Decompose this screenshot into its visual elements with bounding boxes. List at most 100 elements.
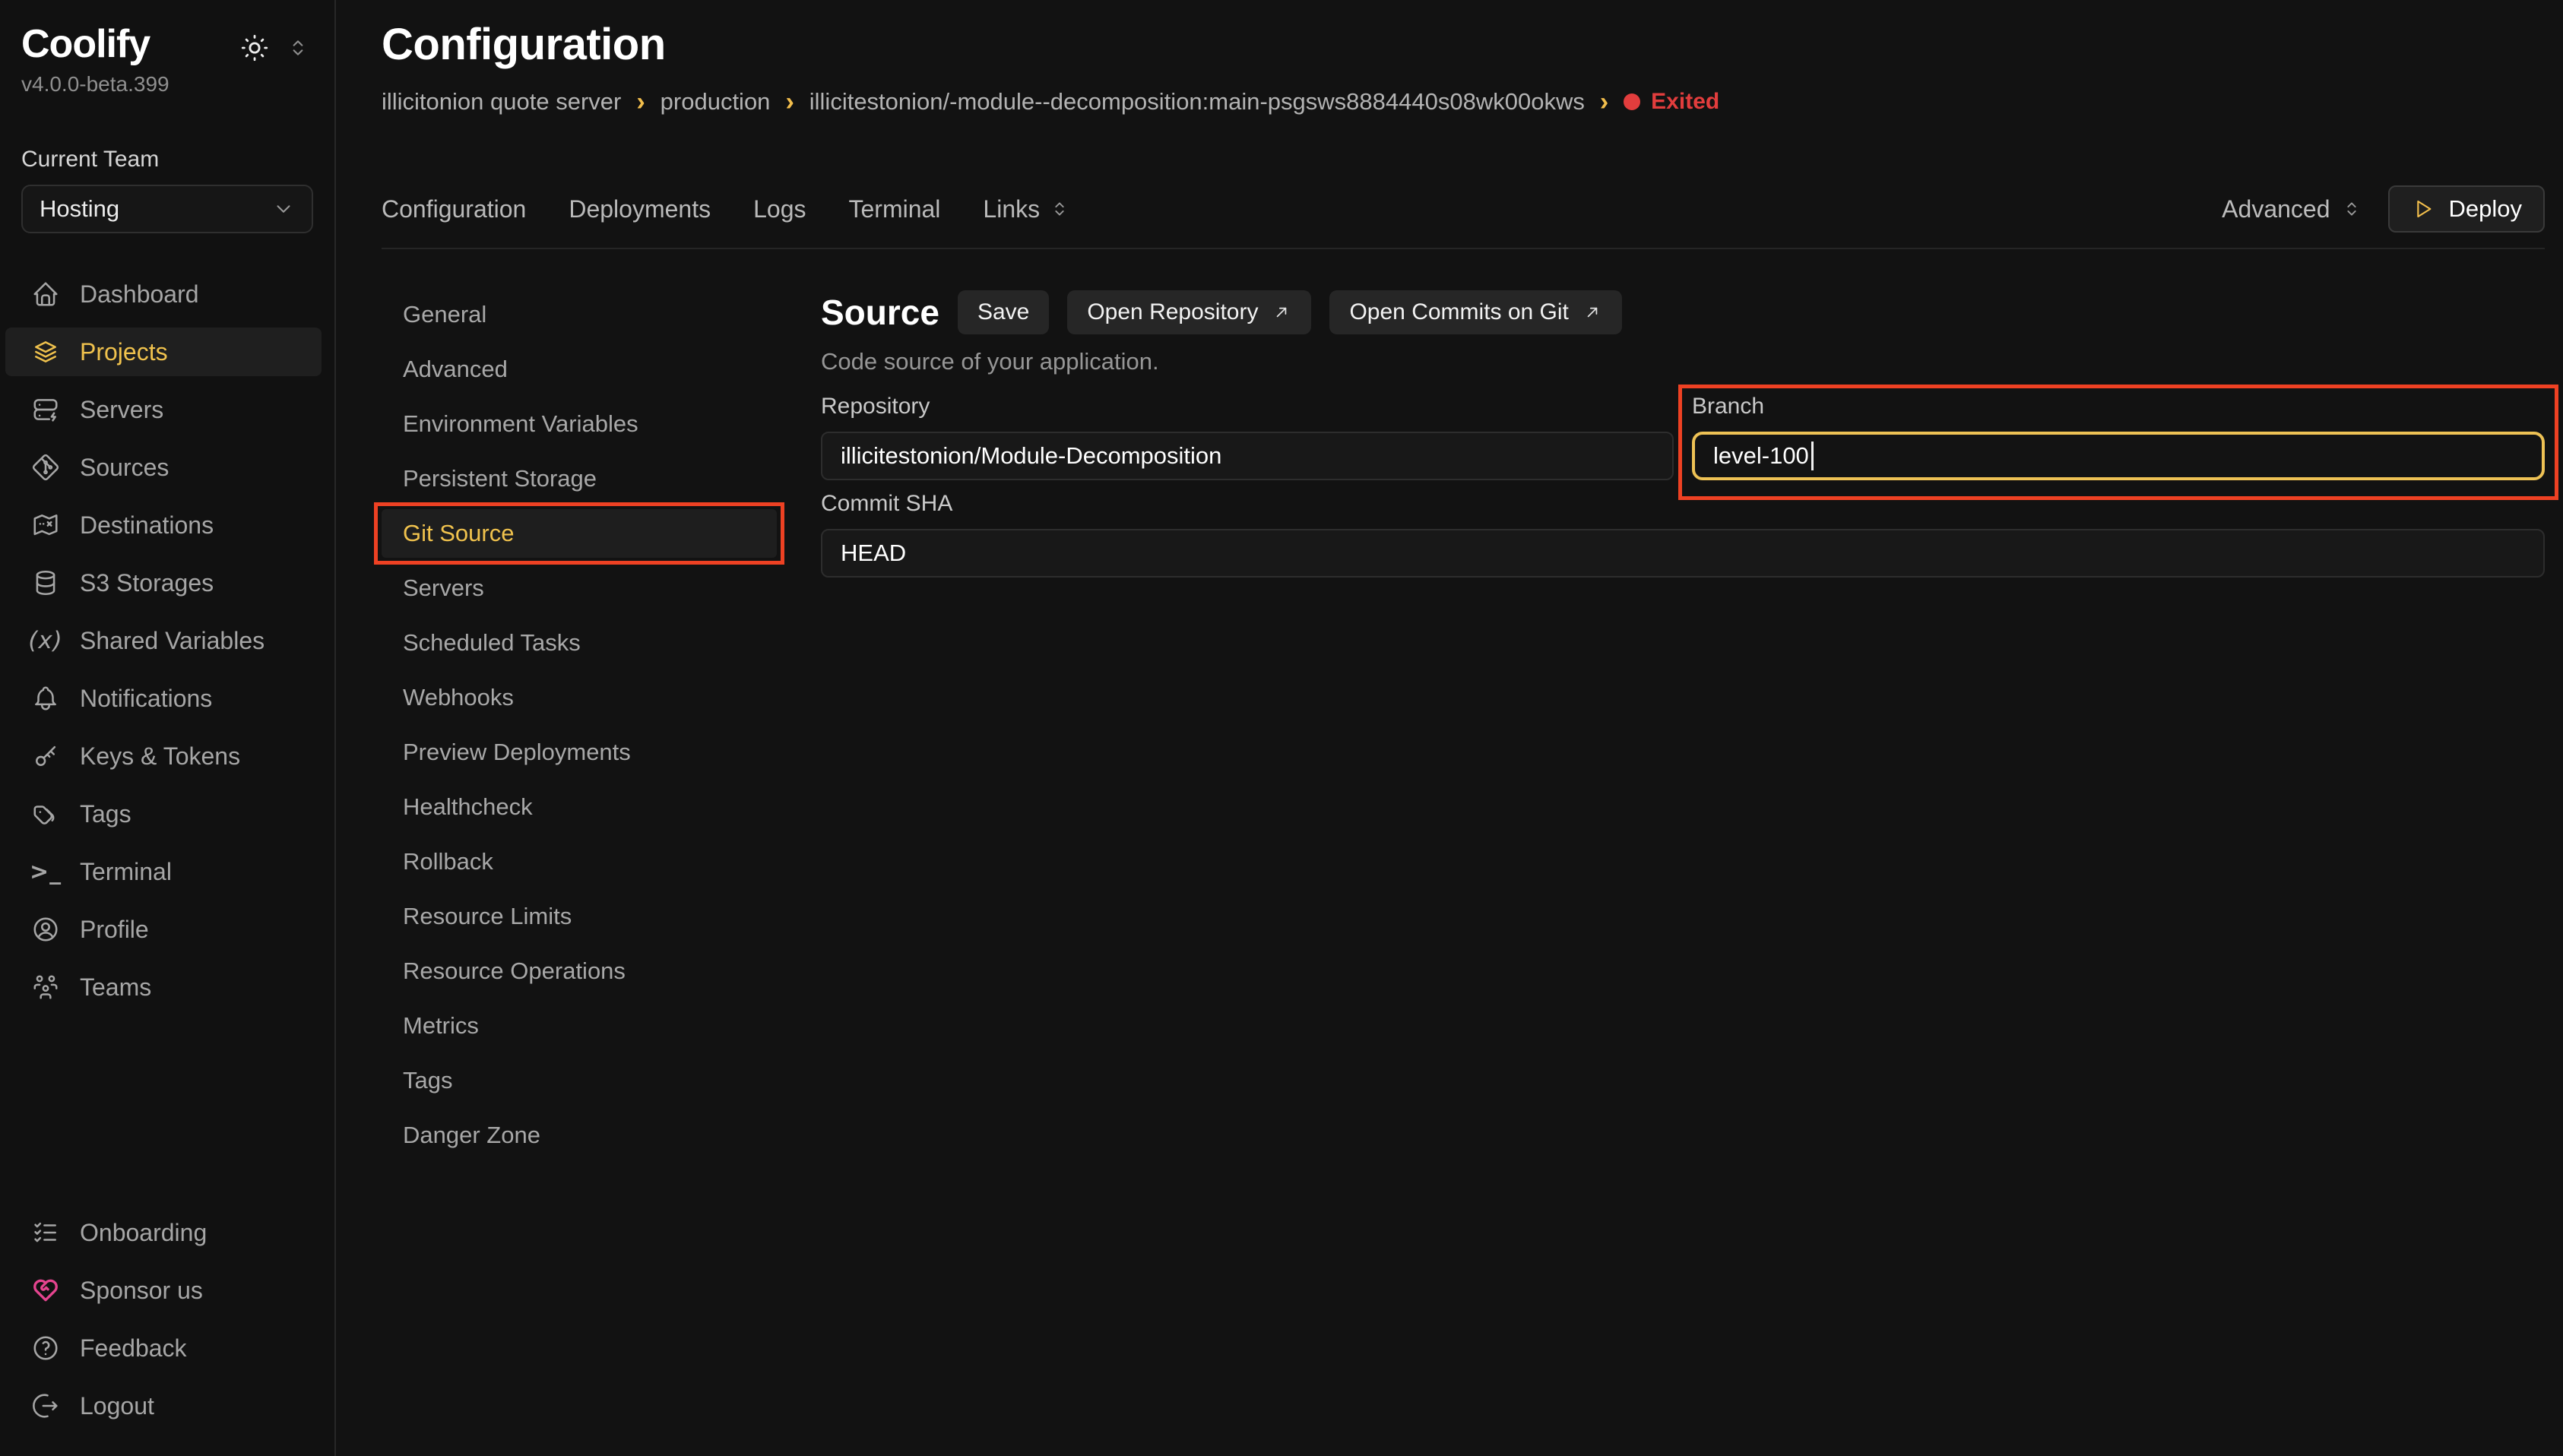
- tab-terminal[interactable]: Terminal: [848, 195, 940, 223]
- subnav-item-advanced[interactable]: Advanced: [382, 345, 777, 394]
- repository-input[interactable]: illicitestonion/Module-Decomposition: [821, 432, 1674, 480]
- sidebar-item-label: Sources: [80, 454, 169, 482]
- commit-sha-field: Commit SHA HEAD: [821, 491, 2545, 578]
- sidebar-item-tags[interactable]: Tags: [5, 790, 322, 838]
- sidebar-item-label: Feedback: [80, 1334, 187, 1363]
- subnav-item-environment-variables[interactable]: Environment Variables: [382, 400, 777, 448]
- text-caret: [1811, 442, 1814, 470]
- subnav-item-healthcheck[interactable]: Healthcheck: [382, 783, 777, 831]
- section-title: Source: [821, 292, 939, 333]
- subnav-item-metrics[interactable]: Metrics: [382, 1002, 777, 1050]
- help-circle-icon: [31, 1334, 60, 1363]
- layers-icon: [31, 337, 60, 366]
- tab-links[interactable]: Links: [983, 195, 1070, 223]
- subnav-item-rollback[interactable]: Rollback: [382, 837, 777, 886]
- sidebar-item-logout[interactable]: Logout: [5, 1382, 322, 1430]
- sidebar-item-shared-variables[interactable]: (x) Shared Variables: [5, 616, 322, 665]
- sidebar-item-label: Tags: [80, 800, 131, 828]
- sidebar-item-onboarding[interactable]: Onboarding: [5, 1208, 322, 1257]
- sidebar-item-label: Dashboard: [80, 280, 199, 309]
- sidebar-item-label: Keys & Tokens: [80, 742, 240, 771]
- commit-sha-input[interactable]: HEAD: [821, 529, 2545, 578]
- team-select-value: Hosting: [40, 195, 119, 223]
- chevron-selector-icon: [1049, 198, 1070, 220]
- sidebar-item-sponsor[interactable]: Sponsor us: [5, 1266, 322, 1315]
- status-dot-icon: [1624, 93, 1640, 110]
- breadcrumb-environment[interactable]: production: [661, 88, 771, 116]
- subnav-item-servers[interactable]: Servers: [382, 564, 777, 612]
- subnav-item-general[interactable]: General: [382, 290, 777, 339]
- map-icon: [31, 511, 60, 540]
- sidebar-item-keys-tokens[interactable]: Keys & Tokens: [5, 732, 322, 780]
- sidebar-item-feedback[interactable]: Feedback: [5, 1324, 322, 1372]
- branch-field: Branch level-100: [1692, 394, 2545, 480]
- sidebar-item-label: Destinations: [80, 511, 214, 540]
- tab-configuration[interactable]: Configuration: [382, 195, 526, 223]
- chevron-down-icon: [272, 198, 295, 220]
- sidebar-item-teams[interactable]: Teams: [5, 963, 322, 1011]
- checklist-icon: [31, 1218, 60, 1247]
- sidebar-item-dashboard[interactable]: Dashboard: [5, 270, 322, 318]
- save-button[interactable]: Save: [958, 290, 1049, 334]
- sidebar: Coolify v4.0.0-beta.399 Current Team Hos…: [0, 0, 336, 1456]
- sidebar-item-s3-storages[interactable]: S3 Storages: [5, 559, 322, 607]
- sidebar-item-destinations[interactable]: Destinations: [5, 501, 322, 549]
- breadcrumb-project[interactable]: illicitonion quote server: [382, 88, 621, 116]
- sidebar-item-sources[interactable]: Sources: [5, 443, 322, 492]
- app-window: Coolify v4.0.0-beta.399 Current Team Hos…: [0, 0, 2563, 1456]
- home-icon: [31, 280, 60, 309]
- advanced-menu[interactable]: Advanced: [2222, 195, 2362, 223]
- sidebar-item-servers[interactable]: Servers: [5, 385, 322, 434]
- configuration-subnav: General Advanced Environment Variables P…: [382, 290, 777, 1456]
- subnav-item-resource-limits[interactable]: Resource Limits: [382, 892, 777, 941]
- sidebar-item-projects[interactable]: Projects: [5, 328, 322, 376]
- sidebar-item-label: Servers: [80, 396, 163, 424]
- subnav-item-danger-zone[interactable]: Danger Zone: [382, 1111, 777, 1160]
- app-logo: Coolify: [21, 23, 150, 66]
- subnav-item-preview-deployments[interactable]: Preview Deployments: [382, 728, 777, 777]
- section-description: Code source of your application.: [821, 348, 2545, 375]
- open-commits-button[interactable]: Open Commits on Git: [1329, 290, 1621, 334]
- theme-selector-icon[interactable]: [286, 36, 310, 60]
- subnav-item-resource-operations[interactable]: Resource Operations: [382, 947, 777, 995]
- team-select[interactable]: Hosting: [21, 185, 313, 233]
- theme-sun-icon[interactable]: [239, 32, 271, 64]
- external-link-icon: [1582, 302, 1602, 322]
- tab-bar: Configuration Deployments Logs Terminal …: [382, 185, 2545, 233]
- sidebar-item-label: S3 Storages: [80, 569, 214, 597]
- subnav-item-webhooks[interactable]: Webhooks: [382, 673, 777, 722]
- logout-icon: [31, 1391, 60, 1420]
- open-repository-button[interactable]: Open Repository: [1067, 290, 1311, 334]
- sidebar-item-notifications[interactable]: Notifications: [5, 674, 322, 723]
- tab-deployments[interactable]: Deployments: [569, 195, 711, 223]
- sidebar-item-terminal[interactable]: >_ Terminal: [5, 847, 322, 896]
- variable-icon: (x): [31, 626, 60, 655]
- deploy-button[interactable]: Deploy: [2388, 185, 2546, 233]
- git-icon: [31, 453, 60, 482]
- sidebar-item-label: Projects: [80, 338, 168, 366]
- current-team-label: Current Team: [21, 147, 313, 173]
- sidebar-item-profile[interactable]: Profile: [5, 905, 322, 954]
- tab-logs[interactable]: Logs: [753, 195, 806, 223]
- sidebar-item-label: Profile: [80, 916, 149, 944]
- key-icon: [31, 742, 60, 771]
- subnav-item-git-source[interactable]: Git Source: [382, 509, 777, 558]
- status-badge: Exited: [1624, 89, 1719, 115]
- app-version: v4.0.0-beta.399: [21, 72, 313, 97]
- chevron-right-icon: [1600, 90, 1608, 113]
- branch-input[interactable]: level-100: [1692, 432, 2545, 480]
- users-group-icon: [31, 973, 60, 1002]
- breadcrumb-application[interactable]: illicitestonion/-module--decomposition:m…: [809, 88, 1585, 116]
- heart-icon: [31, 1276, 60, 1305]
- chevron-right-icon: [785, 90, 794, 113]
- subnav-item-persistent-storage[interactable]: Persistent Storage: [382, 454, 777, 503]
- subnav-item-scheduled-tasks[interactable]: Scheduled Tasks: [382, 619, 777, 667]
- play-icon: [2411, 197, 2435, 221]
- chevron-selector-icon: [2341, 198, 2362, 220]
- subnav-item-tags[interactable]: Tags: [382, 1056, 777, 1105]
- sidebar-item-label: Logout: [80, 1392, 154, 1420]
- bell-icon: [31, 684, 60, 713]
- main-content: Configuration illicitonion quote server …: [336, 0, 2563, 1456]
- sidebar-item-label: Onboarding: [80, 1219, 207, 1247]
- commit-sha-label: Commit SHA: [821, 491, 2545, 517]
